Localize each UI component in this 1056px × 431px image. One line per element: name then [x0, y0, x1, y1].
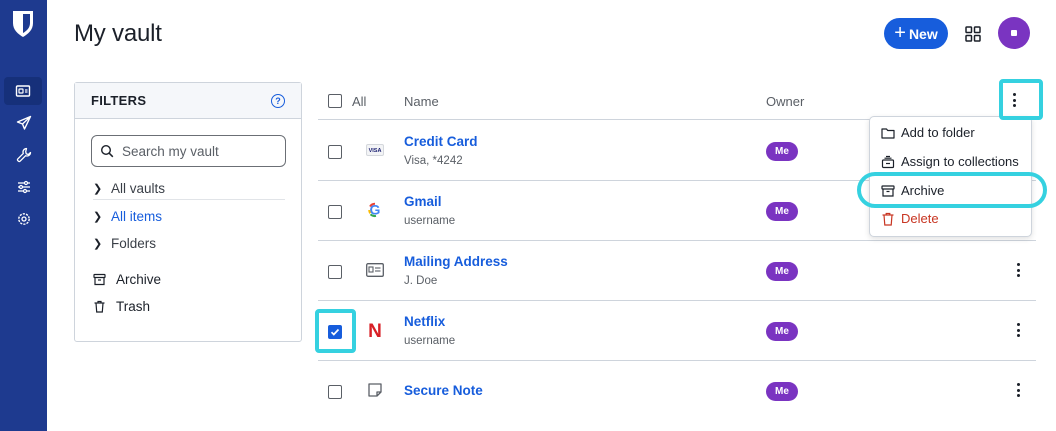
row-options-button[interactable] [1010, 319, 1026, 341]
netflix-icon: N [366, 321, 384, 339]
search-icon [100, 144, 114, 158]
filter-label: Trash [116, 299, 151, 314]
item-name-link[interactable]: Credit Card [404, 134, 478, 149]
highlight-netflix-checkbox [315, 309, 356, 353]
nav-settings[interactable] [0, 205, 47, 233]
reports-icon [17, 180, 30, 194]
trash-icon [94, 300, 105, 313]
kebab-icon [1016, 383, 1020, 397]
table-row[interactable]: Secure Note Me [318, 361, 1036, 421]
new-button-label: New [908, 25, 938, 42]
visa-mark: VISA [369, 148, 382, 154]
item-name-link[interactable]: Netflix [404, 314, 445, 329]
table-row[interactable]: N Netflix username Me [318, 301, 1036, 361]
owner-badge: Me [766, 142, 798, 161]
row-options-button[interactable] [1010, 259, 1026, 281]
highlight-archive-item [857, 172, 1047, 208]
filter-label: Archive [116, 272, 162, 287]
filter-all-items[interactable]: ❯ All items [93, 209, 162, 224]
item-subtitle: username [404, 215, 456, 227]
item-subtitle: J. Doe [404, 275, 438, 287]
item-subtitle: username [404, 335, 456, 347]
id-card-icon [366, 261, 384, 279]
settings-icon [17, 213, 30, 225]
row-checkbox[interactable] [328, 145, 342, 159]
netflix-mark: N [368, 321, 382, 339]
trash-icon [882, 212, 894, 226]
menu-item-add-to-folder[interactable]: Add to folder [881, 125, 975, 140]
kebab-icon [1016, 323, 1020, 337]
filter-label: Folders [111, 236, 157, 251]
row-checkbox[interactable] [328, 265, 342, 279]
row-options-button[interactable] [1010, 379, 1026, 401]
chevron-right-icon[interactable]: ❯ [93, 210, 102, 223]
owner-badge: Me [766, 262, 798, 281]
menu-item-delete[interactable]: Delete [881, 211, 939, 226]
vault-icon [15, 85, 31, 97]
table-header: All Name Owner [318, 82, 1036, 120]
folder-icon [881, 127, 895, 139]
item-name-link[interactable]: Mailing Address [404, 254, 508, 269]
menu-item-assign-collections[interactable]: Assign to collections [881, 154, 1019, 169]
send-icon [16, 115, 31, 130]
item-name-link[interactable]: Gmail [404, 194, 442, 209]
filters-panel: FILTERS ? ❯ All vaults ❯ All items ❯ Fol… [74, 82, 302, 342]
filter-archive[interactable]: Archive [93, 272, 161, 287]
vault-page: My vault + New FILTERS ? ❯ All vaults ❯ … [0, 0, 1056, 431]
item-name-link[interactable]: Secure Note [404, 383, 483, 398]
select-all-label: All [352, 94, 367, 109]
filters-header: FILTERS ? [75, 83, 301, 119]
note-icon [366, 381, 384, 399]
filter-all-vaults[interactable]: ❯ All vaults [93, 181, 165, 196]
column-header-owner[interactable]: Owner [766, 94, 804, 109]
kebab-icon [1016, 263, 1020, 277]
menu-item-label: Add to folder [901, 125, 975, 140]
help-icon[interactable]: ? [271, 93, 285, 108]
plus-icon: + [894, 21, 906, 44]
archive-icon [93, 273, 106, 286]
chevron-right-icon[interactable]: ❯ [93, 237, 102, 250]
tools-icon [16, 147, 31, 163]
column-header-name[interactable]: Name [404, 94, 439, 109]
nav-tools[interactable] [0, 141, 47, 169]
owner-badge: Me [766, 322, 798, 341]
menu-item-label: Delete [901, 211, 939, 226]
owner-badge: Me [766, 382, 798, 401]
select-all-checkbox[interactable] [328, 94, 342, 108]
nav-send[interactable] [0, 109, 47, 137]
row-checkbox[interactable] [328, 385, 342, 399]
nav-reports[interactable] [0, 173, 47, 201]
row-checkbox[interactable] [328, 205, 342, 219]
filters-heading: FILTERS [91, 93, 147, 108]
filter-label: All items [111, 209, 163, 224]
nav-vault[interactable] [4, 77, 42, 105]
chevron-right-icon[interactable]: ❯ [93, 182, 102, 195]
account-avatar[interactable] [998, 17, 1030, 49]
new-button[interactable]: + New [884, 18, 948, 49]
item-subtitle: Visa, *4242 [404, 155, 463, 167]
visa-icon: VISA [366, 141, 384, 159]
highlight-bulk-options [999, 79, 1043, 120]
search-vault-field[interactable] [91, 135, 286, 167]
search-input[interactable] [122, 143, 272, 159]
google-icon: G [366, 201, 384, 219]
avatar-initial-icon [1011, 30, 1017, 36]
filter-label: All vaults [111, 181, 166, 196]
filter-folders[interactable]: ❯ Folders [93, 236, 156, 251]
nav-rail [0, 0, 47, 431]
menu-item-label: Assign to collections [901, 154, 1019, 169]
table-row[interactable]: Mailing Address J. Doe Me [318, 241, 1036, 301]
filter-divider [93, 199, 285, 200]
bitwarden-logo-icon[interactable] [11, 10, 35, 38]
filter-trash[interactable]: Trash [93, 299, 150, 314]
product-switcher-icon[interactable] [963, 24, 983, 44]
owner-badge: Me [766, 202, 798, 221]
collections-icon [881, 155, 895, 168]
page-title: My vault [74, 20, 162, 47]
